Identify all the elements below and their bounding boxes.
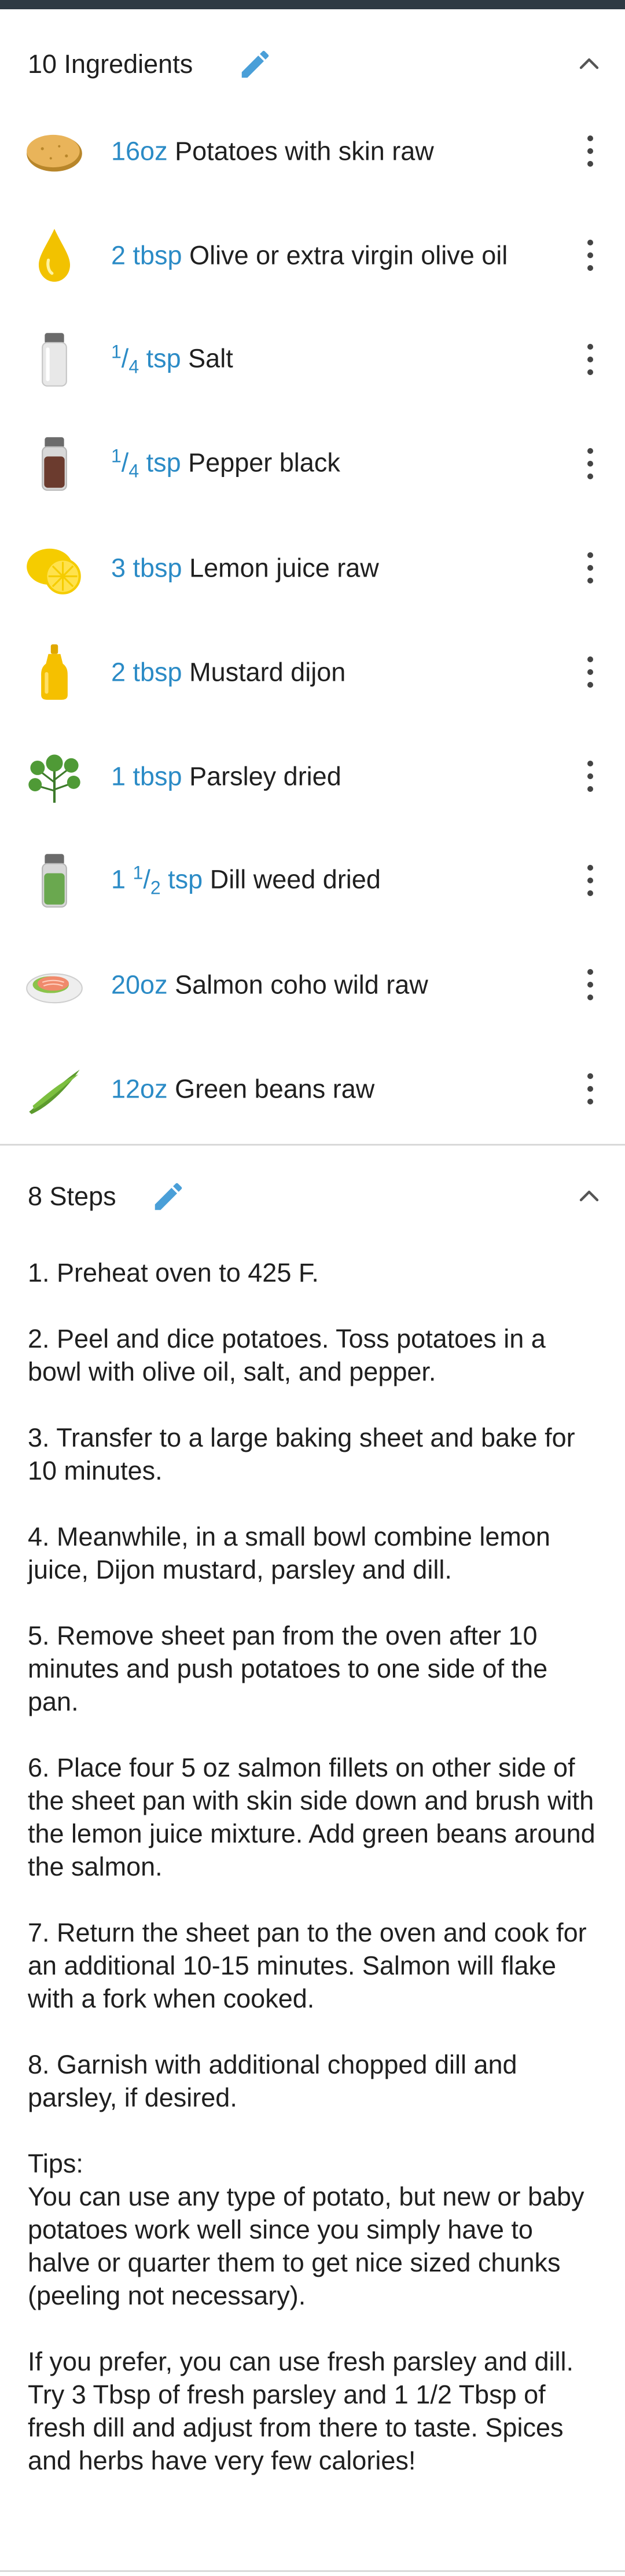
more-options-icon[interactable] xyxy=(583,758,597,795)
steps-title: 8 Steps xyxy=(28,1181,116,1211)
more-options-icon[interactable] xyxy=(583,862,597,899)
ingredient-row[interactable]: 1 tbsp Parsley dried xyxy=(0,727,625,825)
amount-numerator: 1 xyxy=(133,862,144,883)
lemon-icon xyxy=(27,548,81,595)
amount-denominator: 2 xyxy=(150,877,161,898)
ingredient-name: Mustard dijon xyxy=(189,657,346,687)
section-divider xyxy=(0,1144,625,1146)
ingredient-name: Dill weed dried xyxy=(209,864,381,894)
ingredient-name: Potatoes with skin raw xyxy=(175,136,434,166)
step-item: 5. Remove sheet pan from the oven after … xyxy=(28,1621,548,1716)
amount-unit: tsp xyxy=(146,343,181,373)
ingredient-text: 1 tbsp Parsley dried xyxy=(111,760,516,793)
amount-denominator: 4 xyxy=(128,356,139,377)
amount-unit: tsp xyxy=(146,447,181,478)
ingredient-amount: 1 1/2 tsp xyxy=(111,862,203,898)
ingredient-row[interactable]: 12oz Green beans raw xyxy=(0,1040,625,1138)
tip-item: If you prefer, you can use fresh parsley… xyxy=(28,2347,574,2475)
step-item: 6. Place four 5 oz salmon fillets on oth… xyxy=(28,1753,595,1881)
tip-item: You can use any type of potato, but new … xyxy=(28,2182,584,2310)
steps-body: 1. Preheat oven to 425 F. 2. Peel and di… xyxy=(28,1256,601,2510)
ingredient-text: 16oz Potatoes with skin raw xyxy=(111,135,516,168)
ingredient-text: 3 tbsp Lemon juice raw xyxy=(111,552,516,585)
ingredient-name: Lemon juice raw xyxy=(189,553,379,583)
more-options-icon[interactable] xyxy=(583,654,597,691)
amount-numerator: 1 xyxy=(111,445,122,467)
ingredient-amount: 20oz xyxy=(111,970,168,1000)
steps-header[interactable]: 8 Steps xyxy=(0,1165,625,1228)
ingredient-name: Olive or extra virgin olive oil xyxy=(189,240,508,270)
green-beans-icon xyxy=(29,1069,80,1114)
ingredient-row[interactable]: 1 1/2 tsp Dill weed dried xyxy=(0,831,625,930)
salt-shaker-icon xyxy=(42,333,67,387)
ingredient-row[interactable]: 2 tbsp Mustard dijon xyxy=(0,623,625,721)
more-options-icon[interactable] xyxy=(583,1070,597,1107)
ingredient-row[interactable]: 1/4 tsp Pepper black xyxy=(0,414,625,513)
amount-unit: tsp xyxy=(168,864,203,894)
step-item: 4. Meanwhile, in a small bowl combine le… xyxy=(28,1522,550,1584)
amount-numerator: 1 xyxy=(111,341,122,362)
ingredient-amount: 2 tbsp xyxy=(111,240,182,270)
more-options-icon[interactable] xyxy=(583,133,597,170)
ingredient-text: 2 tbsp Mustard dijon xyxy=(111,656,516,689)
ingredients-title: 10 Ingredients xyxy=(28,49,193,79)
ingredient-name: Parsley dried xyxy=(189,761,341,791)
amount-denominator: 4 xyxy=(128,460,139,482)
pepper-shaker-icon xyxy=(42,437,67,491)
herb-jar-icon xyxy=(42,854,67,908)
ingredient-amount: 1 tbsp xyxy=(111,761,182,791)
potato-icon xyxy=(27,134,82,172)
ingredient-amount: 3 tbsp xyxy=(111,553,182,583)
edit-steps-icon[interactable] xyxy=(150,1179,186,1214)
ingredient-row[interactable]: 1/4 tsp Salt xyxy=(0,310,625,409)
step-item: 1. Preheat oven to 425 F. xyxy=(28,1258,319,1287)
ingredient-name: Green beans raw xyxy=(175,1074,375,1104)
ingredient-name: Salmon coho wild raw xyxy=(175,970,428,1000)
more-options-icon[interactable] xyxy=(583,445,597,482)
ingredient-amount: 1/4 tsp xyxy=(111,445,181,482)
ingredient-row[interactable]: 3 tbsp Lemon juice raw xyxy=(0,519,625,617)
step-item: 7. Return the sheet pan to the oven and … xyxy=(28,1918,587,2013)
collapse-steps-icon[interactable] xyxy=(575,1183,603,1210)
ingredient-text: 1 1/2 tsp Dill weed dried xyxy=(111,857,516,905)
more-options-icon[interactable] xyxy=(583,341,597,378)
oil-drop-icon xyxy=(38,229,71,282)
salmon-icon xyxy=(26,973,83,1004)
ingredient-text: 12oz Green beans raw xyxy=(111,1073,516,1106)
more-options-icon[interactable] xyxy=(583,966,597,1003)
ingredient-row[interactable]: 16oz Potatoes with skin raw xyxy=(0,102,625,200)
tips-label: Tips: xyxy=(28,2149,83,2178)
step-item: 3. Transfer to a large baking sheet and … xyxy=(28,1423,575,1485)
ingredient-amount: 1/4 tsp xyxy=(111,341,181,377)
ingredient-text: 1/4 tsp Salt xyxy=(111,336,516,384)
ingredient-text: 20oz Salmon coho wild raw xyxy=(111,968,516,1001)
collapse-ingredients-icon[interactable] xyxy=(575,50,603,78)
bottom-divider xyxy=(0,2570,625,2572)
step-item: 2. Peel and dice potatoes. Toss potatoes… xyxy=(28,1324,546,1386)
amount-whole: 1 xyxy=(111,864,126,894)
ingredients-header[interactable]: 10 Ingredients xyxy=(0,32,625,96)
edit-ingredients-icon[interactable] xyxy=(237,46,273,82)
more-options-icon[interactable] xyxy=(583,237,597,274)
ingredient-row[interactable]: 20oz Salmon coho wild raw xyxy=(0,935,625,1034)
ingredient-name: Salt xyxy=(188,343,233,373)
ingredient-amount: 12oz xyxy=(111,1074,168,1104)
step-item: 8. Garnish with additional chopped dill … xyxy=(28,2050,517,2112)
ingredient-amount: 16oz xyxy=(111,136,168,166)
top-app-bar-edge xyxy=(0,0,625,9)
ingredient-text: 2 tbsp Olive or extra virgin olive oil xyxy=(111,239,516,272)
ingredient-text: 1/4 tsp Pepper black xyxy=(111,440,516,488)
ingredient-name: Pepper black xyxy=(188,447,340,478)
ingredient-row[interactable]: 2 tbsp Olive or extra virgin olive oil xyxy=(0,206,625,304)
parsley-icon xyxy=(28,754,80,803)
mustard-bottle-icon xyxy=(41,644,68,700)
ingredient-amount: 2 tbsp xyxy=(111,657,182,687)
more-options-icon[interactable] xyxy=(583,549,597,586)
